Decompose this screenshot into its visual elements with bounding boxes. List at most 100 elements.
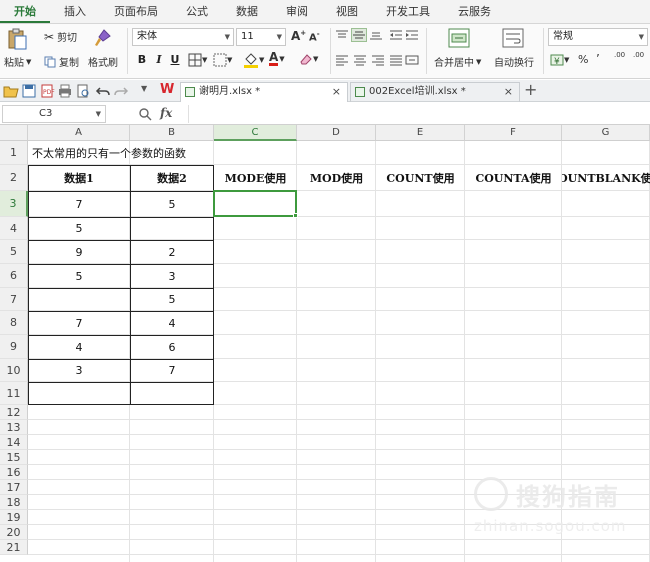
cell-b8[interactable]: 4 (130, 311, 214, 335)
row-header-10[interactable]: 10 (0, 359, 28, 382)
row-header-4[interactable]: 4 (0, 217, 28, 240)
row-header-11[interactable]: 11 (0, 382, 28, 405)
menu-tab-2[interactable]: 页面布局 (100, 1, 172, 23)
tab-document-1[interactable]: 谢明月.xlsx * × (180, 82, 348, 102)
column-header-f[interactable]: F (465, 125, 562, 141)
decrease-decimal-button[interactable]: .00 (633, 51, 644, 59)
cell-a6[interactable]: 5 (28, 264, 130, 288)
border-button[interactable]: ▼ (188, 53, 207, 67)
format-painter-label[interactable]: 格式刷 (88, 54, 118, 69)
row-header-15[interactable]: 15 (0, 450, 28, 465)
row-header-7[interactable]: 7 (0, 288, 28, 311)
print-preview-icon[interactable] (75, 83, 91, 99)
row-header-9[interactable]: 9 (0, 335, 28, 359)
justify-button[interactable] (389, 54, 403, 66)
row-header-18[interactable]: 18 (0, 495, 28, 510)
tab-document-2[interactable]: 002Excel培训.xlsx * × (350, 82, 520, 102)
merge-center-icon-button[interactable] (448, 28, 470, 48)
number-format-select[interactable]: 常规 ▼ (548, 28, 648, 46)
bold-button[interactable]: B (134, 52, 150, 68)
increase-indent-button[interactable] (405, 29, 419, 41)
name-box[interactable]: C3 ▼ (2, 105, 106, 123)
row-header-14[interactable]: 14 (0, 435, 28, 450)
wps-logo-icon[interactable]: W (160, 82, 174, 97)
zoom-icon[interactable] (138, 107, 152, 121)
format-painter-button[interactable] (92, 28, 112, 48)
row-header-3[interactable]: 3 (0, 191, 28, 217)
row-header-20[interactable]: 20 (0, 525, 28, 540)
open-folder-icon[interactable] (3, 83, 19, 99)
row-header-8[interactable]: 8 (0, 311, 28, 335)
menu-tab-6[interactable]: 视图 (322, 1, 372, 23)
column-header-a[interactable]: A (28, 125, 130, 141)
cell-b7[interactable]: 5 (130, 288, 214, 311)
row-header-1[interactable]: 1 (0, 141, 28, 165)
save-icon[interactable] (21, 83, 37, 99)
header-cell-a[interactable]: 数据1 (28, 165, 130, 191)
align-top-button[interactable] (335, 29, 349, 41)
paste-label[interactable]: 粘贴 ▼ (4, 54, 31, 70)
header-cell-c[interactable]: MODE使用 (214, 165, 297, 191)
cell-a10[interactable]: 3 (28, 359, 130, 382)
formula-input[interactable] (188, 105, 648, 123)
undo-icon[interactable] (95, 83, 111, 99)
menu-tab-5[interactable]: 审阅 (272, 1, 322, 23)
header-cell-d[interactable]: MOD使用 (297, 165, 376, 191)
column-header-e[interactable]: E (376, 125, 465, 141)
column-header-c[interactable]: C (214, 125, 297, 141)
cell-a3[interactable]: 7 (28, 191, 130, 217)
align-right-button[interactable] (371, 54, 385, 66)
distributed-align-button[interactable] (405, 54, 419, 66)
increase-font-button[interactable]: A+ (291, 29, 306, 43)
select-all-corner[interactable] (0, 125, 28, 141)
decrease-font-button[interactable]: A- (309, 30, 320, 43)
new-tab-icon[interactable]: + (524, 80, 537, 99)
row-header-21[interactable]: 21 (0, 540, 28, 555)
cell-b3[interactable]: 5 (130, 191, 214, 217)
font-color-button[interactable]: A ▼ (269, 51, 285, 66)
menu-tab-0[interactable]: 开始 (0, 1, 50, 23)
cell-b10[interactable]: 7 (130, 359, 214, 382)
align-bottom-button[interactable] (369, 29, 383, 41)
cell-a7[interactable] (28, 288, 130, 311)
column-header-d[interactable]: D (297, 125, 376, 141)
cell-a8[interactable]: 7 (28, 311, 130, 335)
currency-format-button[interactable]: ¥ ▼ (550, 53, 569, 67)
close-icon[interactable]: × (332, 83, 341, 101)
font-name-select[interactable]: 宋体 ▼ (132, 28, 234, 46)
header-cell-e[interactable]: COUNT使用 (376, 165, 465, 191)
font-size-select[interactable]: 11 ▼ (236, 28, 286, 46)
column-header-g[interactable]: G (562, 125, 650, 141)
header-cell-f[interactable]: COUNTA使用 (465, 165, 562, 191)
underline-button[interactable]: U (167, 52, 183, 68)
align-middle-button[interactable] (351, 28, 367, 42)
fill-color-button[interactable]: ▼ (243, 52, 264, 68)
close-icon[interactable]: × (504, 83, 513, 101)
cell-b5[interactable]: 2 (130, 240, 214, 264)
cell-a9[interactable]: 4 (28, 335, 130, 359)
cell-a5[interactable]: 9 (28, 240, 130, 264)
cell-a1[interactable]: 不太常用的只有一个参数的函数 (28, 141, 228, 165)
cell-a4[interactable]: 5 (28, 217, 130, 240)
row-header-5[interactable]: 5 (0, 240, 28, 264)
clear-format-button[interactable]: ▼ (299, 52, 318, 66)
export-pdf-icon[interactable]: PDF (39, 83, 55, 99)
row-header-19[interactable]: 19 (0, 510, 28, 525)
quick-access-dropdown-icon[interactable]: ▼ (141, 84, 147, 93)
row-header-12[interactable]: 12 (0, 405, 28, 420)
print-icon[interactable] (57, 83, 73, 99)
merge-center-button[interactable]: 合并居中 ▼ (434, 54, 481, 70)
wrap-text-button[interactable]: 自动换行 (494, 54, 534, 69)
menu-tab-7[interactable]: 开发工具 (372, 1, 444, 23)
cut-button[interactable]: ✂ 剪切 (44, 29, 77, 45)
cell-a11[interactable] (28, 382, 130, 405)
align-left-button[interactable] (335, 54, 349, 66)
row-header-2[interactable]: 2 (0, 165, 28, 191)
cell-b4[interactable] (130, 217, 214, 240)
percent-button[interactable]: % (578, 53, 588, 66)
increase-decimal-button[interactable]: .00 (614, 51, 625, 59)
header-cell-g[interactable]: COUNTBLANK使用 (562, 165, 650, 191)
italic-button[interactable]: I (151, 52, 167, 68)
menu-tab-3[interactable]: 公式 (172, 1, 222, 23)
cell-b6[interactable]: 3 (130, 264, 214, 288)
